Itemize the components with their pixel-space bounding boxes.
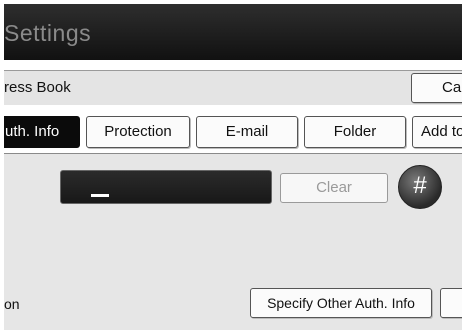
specify-other-auth-info-button[interactable]: Specify Other Auth. Info [250,288,432,318]
content-panel: Clear # on Specify Other Auth. Info [4,154,462,330]
title-bar: Settings [4,4,462,60]
tab-protection[interactable]: Protection [86,116,190,148]
address-book-row: ress Book [4,70,462,105]
tab-add-to[interactable]: Add to [412,116,462,148]
text-entry-field[interactable] [60,170,272,204]
partial-button[interactable] [440,288,462,318]
clear-button[interactable]: Clear [280,173,388,203]
text-cursor [91,194,109,197]
window-title: Settings [4,20,92,46]
cancel-button[interactable]: Car [411,73,462,103]
tab-email[interactable]: E-mail [196,116,298,148]
tab-folder[interactable]: Folder [304,116,406,148]
settings-window: Settings ress Book Car uth. Info Protect… [4,4,462,330]
tab-bar: uth. Info Protection E-mail Folder Add t… [4,111,462,154]
tab-auth-info[interactable]: uth. Info [4,116,80,148]
section-label: on [4,296,20,312]
hash-key-button[interactable]: # [398,165,442,209]
address-book-label: ress Book [4,79,71,96]
